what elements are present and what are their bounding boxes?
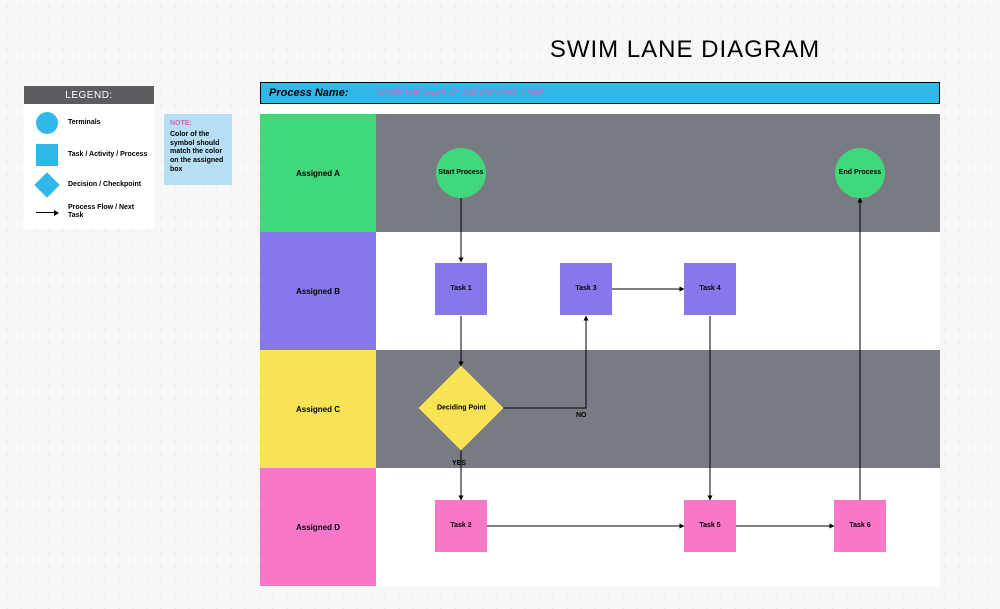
page-title: SWIM LANE DIAGRAM [410, 36, 960, 64]
legend-header: LEGEND: [24, 86, 154, 104]
node-task3: Task 3 [560, 263, 612, 315]
square-icon [36, 144, 58, 166]
process-name-label: Process Name: [261, 87, 357, 99]
node-start: Start Process [436, 148, 486, 198]
swimlane-diagram: Process Name: WRITE THE NAME OF THE PROC… [260, 82, 940, 586]
legend-item-decision: Decision / Checkpoint [30, 176, 148, 194]
node-decide: Deciding Point [419, 366, 504, 451]
node-task4: Task 4 [684, 263, 736, 315]
edge-label-yes: YES [452, 460, 466, 467]
lane-b-label: Assigned B [260, 232, 376, 350]
note-box: NOTE: Color of the symbol should match t… [164, 114, 232, 185]
diamond-icon [34, 172, 59, 197]
node-end: End Process [835, 148, 885, 198]
node-task6: Task 6 [834, 500, 886, 552]
legend-label: Terminals [64, 119, 101, 127]
node-decide-label: Deciding Point [437, 404, 486, 412]
process-header: Process Name: WRITE THE NAME OF THE PROC… [260, 82, 940, 104]
legend-item-task: Task / Activity / Process [30, 144, 148, 166]
edge-label-no: NO [576, 412, 587, 419]
node-task2: Task 2 [435, 500, 487, 552]
node-task5: Task 5 [684, 500, 736, 552]
lane-a-label: Assigned A [260, 114, 376, 232]
process-name-placeholder: WRITE THE NAME OF THE PROCESS HERE [357, 89, 544, 98]
lane-d-label: Assigned D [260, 468, 376, 586]
legend-item-flow: Process Flow / Next Task [30, 204, 148, 221]
legend-body: Terminals Task / Activity / Process Deci… [24, 104, 154, 229]
legend-label: Task / Activity / Process [64, 151, 147, 159]
circle-icon [36, 112, 58, 134]
legend-item-terminal: Terminals [30, 112, 148, 134]
node-task1: Task 1 [435, 263, 487, 315]
legend-label: Decision / Checkpoint [64, 181, 141, 189]
legend-label: Process Flow / Next Task [64, 204, 148, 221]
arrow-icon [36, 212, 58, 213]
lane-c-label: Assigned C [260, 350, 376, 468]
diagram-overlay: Start Process End Process Task 1 Task 3 … [376, 114, 940, 586]
note-title: NOTE: [170, 120, 226, 129]
note-body: Color of the symbol should match the col… [170, 131, 226, 175]
